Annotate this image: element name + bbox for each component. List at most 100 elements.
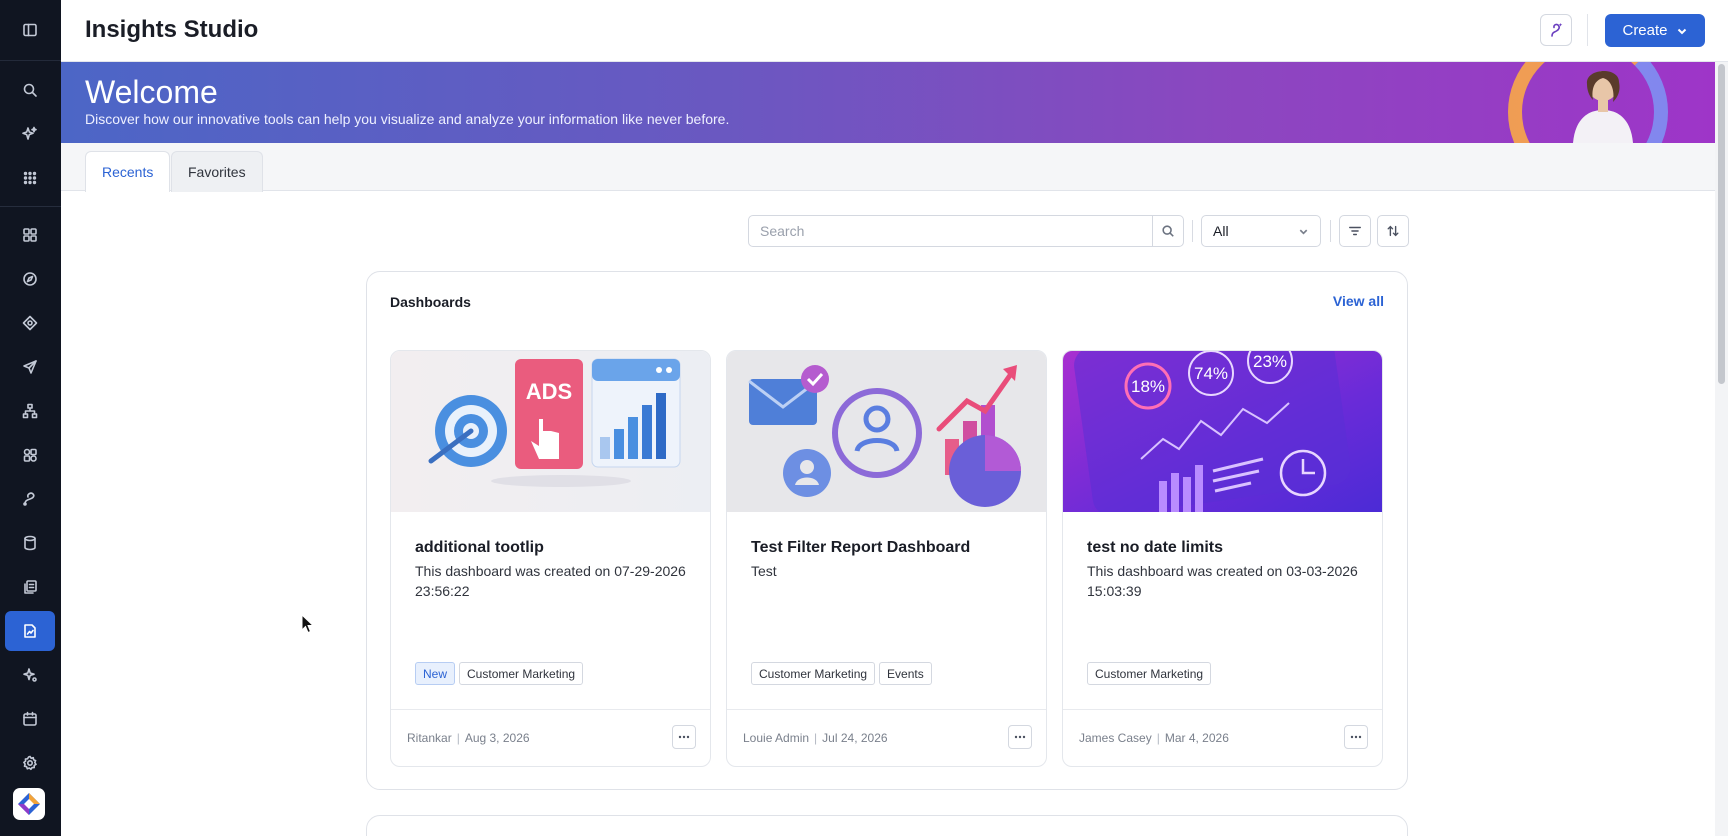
author-name: Ritankar [407,731,452,745]
brand-logo[interactable] [13,788,45,820]
hierarchy-icon[interactable] [5,391,55,431]
modified-date: Mar 4, 2026 [1164,731,1229,745]
mouse-cursor-icon [301,614,315,634]
modified-date: Aug 3, 2026 [464,731,530,745]
chevron-down-icon [1677,28,1686,34]
dashboard-card[interactable]: ADS additional tootlip This dashboard wa… [390,350,711,767]
tab-recents[interactable]: Recents [85,151,171,192]
apps-grid-icon[interactable] [5,158,55,198]
send-icon[interactable] [5,347,55,387]
tag-list: Customer Marketing Events [751,662,932,685]
ai-sparkle-icon[interactable] [5,114,55,154]
sidebar-toggle-icon[interactable] [5,10,55,50]
view-all-link[interactable]: View all [1333,293,1384,309]
section-title: Dashboards [390,294,471,310]
create-button[interactable]: Create [1605,14,1705,47]
filter-lines-icon [1349,226,1361,236]
tag-list: New Customer Marketing [415,662,584,685]
toolbar-divider [1330,220,1331,242]
thumb-ads-text: ADS [526,379,572,404]
author-name: Louie Admin [743,731,810,745]
create-button-label: Create [1622,22,1668,39]
card-footer: James Casey | Mar 4, 2026 [1063,709,1382,766]
dashboard-description: Test [751,563,777,579]
dashboard-name[interactable]: additional tootlip [415,539,544,557]
search-box [748,215,1184,247]
dashboard-name[interactable]: Test Filter Report Dashboard [751,539,970,557]
more-horizontal-icon [1014,735,1026,739]
dashboard-description: This dashboard was created on 03-03-2026… [1087,563,1358,599]
thumb-stat-3: 23% [1253,352,1287,371]
card-footer: Louie Admin | Jul 24, 2026 [727,709,1046,766]
thumb-stat-1: 18% [1131,377,1165,396]
toolbar-divider [1192,220,1193,242]
modified-date: Jul 24, 2026 [822,731,888,745]
banner-subtitle: Discover how our innovative tools can he… [85,111,730,127]
dashboard-card[interactable]: 18% 74% 23% test no date limits This das… [1062,350,1383,767]
tab-favorites-label: Favorites [188,164,246,180]
app-title: Insights Studio [85,16,259,43]
tag: Events [879,662,932,685]
more-options-button[interactable] [1344,725,1368,749]
top-bar: Insights Studio Create [61,0,1728,62]
more-horizontal-icon [1350,735,1362,739]
dashboards-section: Dashboards View all ADS additional tootl… [366,271,1408,790]
scrollbar-thumb[interactable] [1718,64,1725,384]
dashboard-name[interactable]: test no date limits [1087,539,1223,557]
tab-strip: Recents Favorites [61,143,1715,192]
filter-button[interactable] [1339,215,1371,247]
calendar-icon[interactable] [5,699,55,739]
author-name: James Casey [1079,731,1152,745]
tab-recents-label: Recents [102,164,154,180]
card-meta: Louie Admin | Jul 24, 2026 [743,731,888,745]
dashboard-thumbnail: 18% 74% 23% [1063,351,1382,512]
next-section-peek [366,815,1408,836]
dashboard-thumbnail: ADS [391,351,710,512]
meta-separator: | [456,731,460,745]
compass-icon[interactable] [5,259,55,299]
search-input[interactable] [749,216,1153,246]
segments-icon[interactable] [5,435,55,475]
meta-separator: | [814,731,818,745]
left-nav-rail [0,0,61,836]
dashboard-card[interactable]: Test Filter Report Dashboard Test Custom… [726,350,1047,767]
search-icon [1162,225,1174,237]
sort-button[interactable] [1377,215,1409,247]
ai-tools-icon[interactable] [5,655,55,695]
type-filter-value: All [1213,223,1229,239]
search-icon[interactable] [5,70,55,110]
thumb-stat-2: 74% [1194,364,1228,383]
more-horizontal-icon [678,735,690,739]
banner-person-image [1573,70,1633,143]
dashboard-icon[interactable] [5,215,55,255]
reports-icon[interactable] [5,611,55,651]
journey-icon[interactable] [5,479,55,519]
type-filter-select[interactable]: All [1201,215,1321,247]
topbar-divider [1587,14,1588,46]
tag: Customer Marketing [751,662,876,685]
more-options-button[interactable] [1008,725,1032,749]
dashboard-description: This dashboard was created on 07-29-2026… [415,563,686,599]
target-icon[interactable] [5,303,55,343]
card-meta: James Casey | Mar 4, 2026 [1079,731,1229,745]
welcome-banner: Welcome Discover how our innovative tool… [61,62,1715,143]
card-meta: Ritankar | Aug 3, 2026 [407,731,530,745]
card-footer: Ritankar | Aug 3, 2026 [391,709,710,766]
dashboard-thumbnail [727,351,1046,512]
banner-title: Welcome [85,74,218,110]
tag-list: Customer Marketing [1087,662,1212,685]
database-icon[interactable] [5,523,55,563]
library-icon[interactable] [5,567,55,607]
more-options-button[interactable] [672,725,696,749]
assist-button[interactable] [1540,14,1572,46]
assist-icon [1551,23,1563,37]
tag: Customer Marketing [459,662,584,685]
tag-new-badge: New [415,662,456,685]
tab-favorites[interactable]: Favorites [171,151,263,192]
settings-gear-icon[interactable] [5,743,55,783]
sort-arrows-icon [1387,225,1399,237]
tag: Customer Marketing [1087,662,1212,685]
search-button[interactable] [1152,216,1183,246]
chevron-down-icon [1299,229,1308,235]
meta-separator: | [1156,731,1160,745]
